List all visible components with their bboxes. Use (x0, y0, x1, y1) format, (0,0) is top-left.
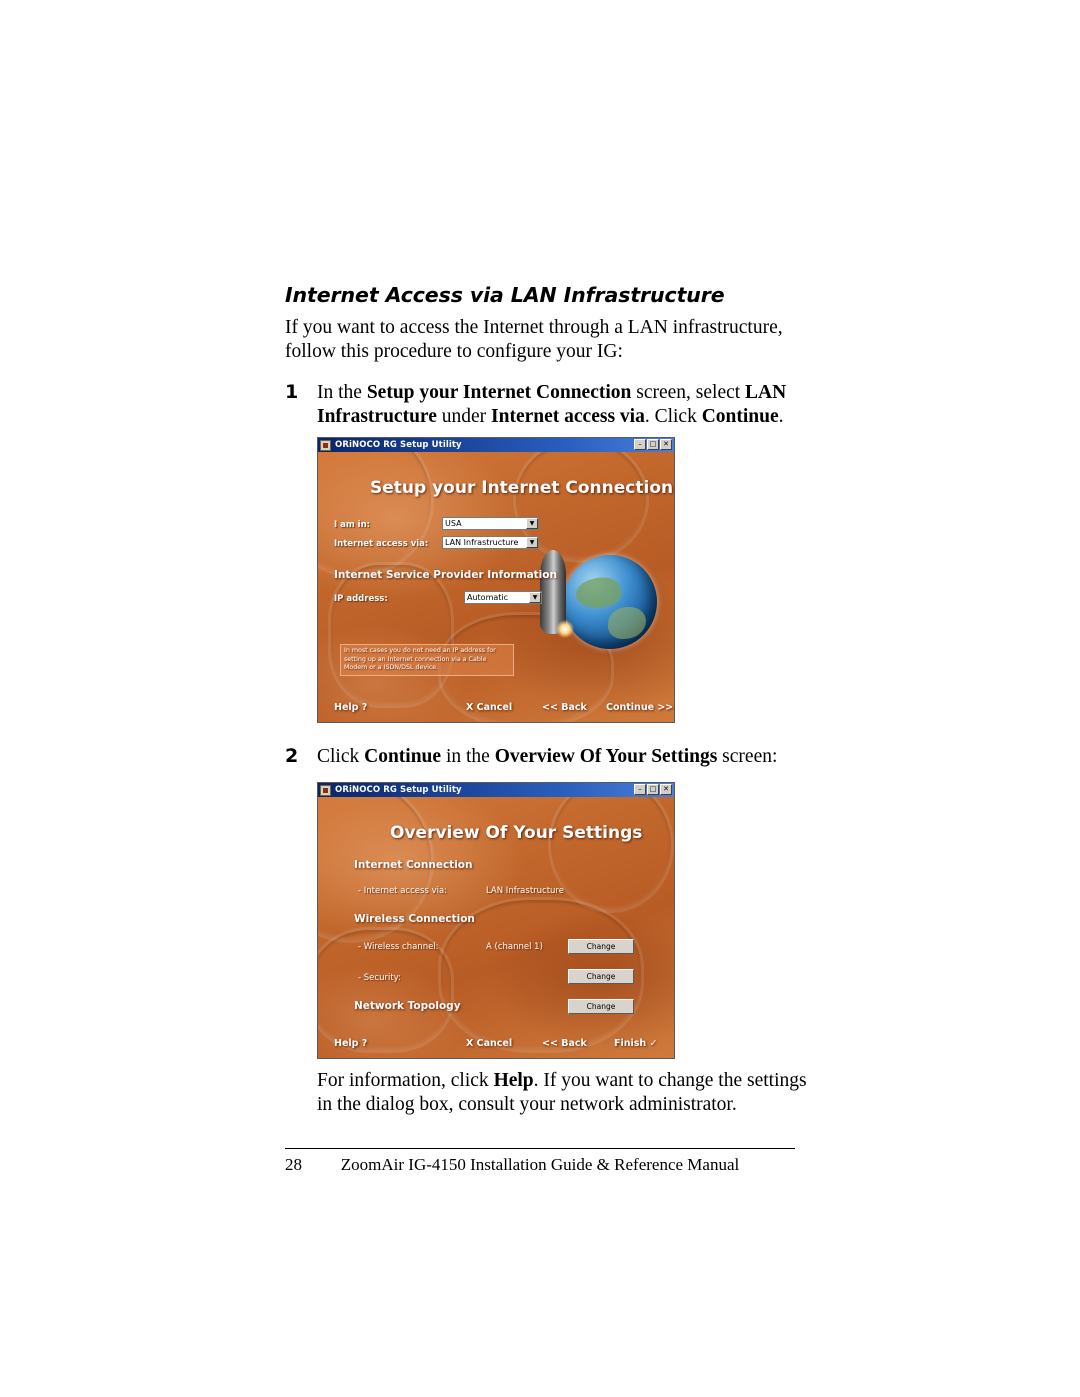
step-1-part-2: screen, select (631, 382, 746, 403)
change-button-network-topology[interactable]: Change (568, 999, 634, 1014)
step-2-part-0: Click (317, 746, 365, 767)
section-title-wireless-connection: Wireless Connection (354, 913, 475, 925)
window-body: Setup your Internet Connection I am in: … (318, 452, 674, 722)
field-label-i-am-in: I am in: (334, 520, 371, 530)
closing-bold-word: Help (493, 1070, 534, 1091)
button-bar: Help ? X Cancel << Back Finish ✓ (318, 1032, 674, 1058)
globe-graphic (563, 555, 657, 649)
cancel-button[interactable]: X Cancel (466, 702, 512, 713)
window-body: Overview Of Your Settings Internet Conne… (318, 797, 674, 1058)
row-label-internet-access-via: - Internet access via: (358, 886, 448, 896)
step-2-part-2: in the (441, 746, 495, 767)
footer-divider (285, 1148, 795, 1149)
footer-title: ZoomAir IG-4150 Installation Guide & Ref… (340, 1155, 740, 1174)
continue-button[interactable]: Continue >> (606, 702, 673, 713)
step-2-part-3: Overview Of Your Settings (494, 746, 718, 767)
texture-shape (548, 797, 674, 913)
screenshot-setup-internet-connection: ORiNOCO RG Setup Utility – □ ✕ Setup you… (317, 437, 675, 723)
chevron-down-icon[interactable]: ▼ (529, 592, 541, 603)
window-title: Setup your Internet Connection (370, 478, 674, 498)
field-label-internet-access-via: Internet access via: (334, 539, 429, 549)
step-2-number: 2 (285, 745, 299, 767)
step-1-part-5: Internet access via (491, 406, 645, 427)
row-value-wireless-channel: A (channel 1) (486, 942, 543, 952)
minimize-button[interactable]: – (634, 439, 646, 450)
back-button[interactable]: << Back (542, 702, 587, 713)
minimize-button[interactable]: – (634, 784, 646, 795)
maximize-button[interactable]: □ (647, 439, 659, 450)
back-button[interactable]: << Back (542, 1038, 587, 1049)
ip-address-select[interactable]: Automatic ▼ (464, 591, 542, 604)
step-2-part-4: screen: (717, 746, 778, 767)
section-title-internet-connection: Internet Connection (354, 859, 473, 871)
row-label-security: - Security: (358, 973, 401, 983)
step-2: 2 Click Continue in the Overview Of Your… (285, 745, 805, 769)
finish-button[interactable]: Finish ✓ (614, 1038, 657, 1049)
help-button[interactable]: Help ? (334, 702, 367, 713)
section-heading: Internet Access via LAN Infrastructure (285, 283, 725, 307)
titlebar-buttons: – □ ✕ (634, 439, 672, 450)
chevron-down-icon[interactable]: ▼ (526, 537, 538, 548)
titlebar: ORiNOCO RG Setup Utility – □ ✕ (318, 783, 674, 797)
window-title: Overview Of Your Settings (390, 823, 643, 843)
closing-paragraph: For information, click Help. If you want… (317, 1070, 807, 1115)
titlebar-buttons: – □ ✕ (634, 784, 672, 795)
titlebar: ORiNOCO RG Setup Utility – □ ✕ (318, 438, 674, 452)
change-button-security[interactable]: Change (568, 969, 634, 984)
field-label-ip-address: IP address: (334, 594, 388, 604)
titlebar-title: ORiNOCO RG Setup Utility (335, 785, 462, 795)
texture-shape (328, 562, 454, 708)
section-title-network-topology: Network Topology (354, 1000, 461, 1012)
step-2-part-1: Continue (364, 746, 442, 767)
flare-graphic (556, 620, 574, 638)
step-1-part-1: Setup your Internet Connection (366, 382, 632, 403)
close-button[interactable]: ✕ (660, 784, 672, 795)
cancel-button[interactable]: X Cancel (466, 1038, 512, 1049)
button-bar: Help ? X Cancel << Back Continue >> (318, 696, 674, 722)
intro-paragraph: If you want to access the Internet throu… (285, 317, 783, 362)
chevron-down-icon[interactable]: ▼ (526, 518, 538, 529)
step-1-number: 1 (285, 381, 299, 403)
screenshot-overview-of-your-settings: ORiNOCO RG Setup Utility – □ ✕ Overview … (317, 782, 675, 1059)
country-select-value: USA (445, 519, 462, 528)
step-1-part-4: under (436, 406, 492, 427)
step-1-part-6: . Click (644, 406, 702, 427)
internet-access-select[interactable]: LAN Infrastructure ▼ (442, 536, 539, 549)
step-2-text: Click Continue in the Overview Of Your S… (317, 745, 805, 769)
maximize-button[interactable]: □ (647, 784, 659, 795)
step-1-text: In the Setup your Internet Connection sc… (317, 381, 805, 429)
step-1-part-8: . (778, 406, 784, 427)
row-label-wireless-channel: - Wireless channel: (358, 942, 439, 952)
step-1-part-0: In the (317, 382, 367, 403)
titlebar-title: ORiNOCO RG Setup Utility (335, 440, 462, 450)
help-button[interactable]: Help ? (334, 1038, 367, 1049)
ip-address-select-value: Automatic (467, 593, 509, 602)
step-1-part-7: Continue (701, 406, 779, 427)
app-icon (320, 784, 331, 796)
tip-text: In most cases you do not need an IP addr… (340, 644, 514, 676)
step-1: 1 In the Setup your Internet Connection … (285, 381, 805, 429)
texture-shape (318, 452, 434, 578)
isp-section-title: Internet Service Provider Information (334, 569, 557, 581)
internet-access-select-value: LAN Infrastructure (445, 538, 519, 547)
document-page: Internet Access via LAN Infrastructure I… (0, 0, 1080, 1397)
country-select[interactable]: USA ▼ (442, 517, 539, 530)
change-button-wireless-channel[interactable]: Change (568, 939, 634, 954)
row-value-internet-access-via: LAN Infrastructure (486, 886, 564, 896)
close-button[interactable]: ✕ (660, 439, 672, 450)
app-icon (320, 439, 331, 451)
